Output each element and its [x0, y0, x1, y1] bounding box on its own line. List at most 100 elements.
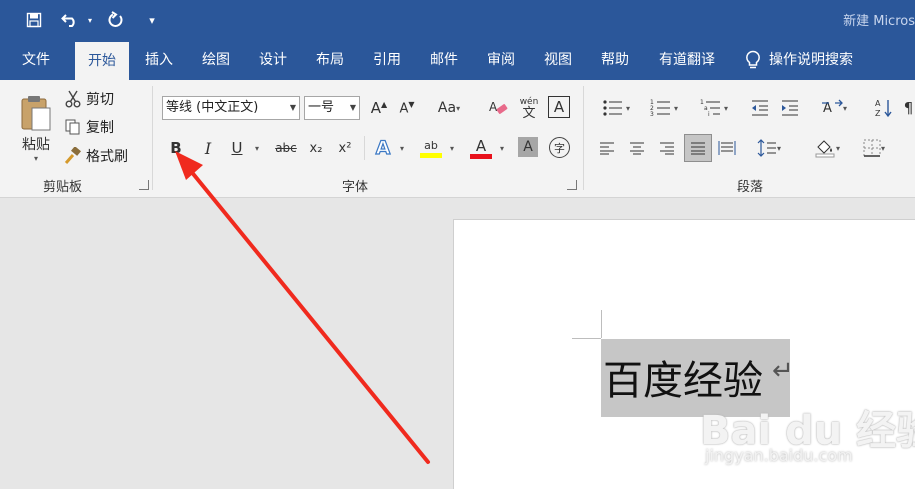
tab-help[interactable]: 帮助 [589, 40, 641, 80]
font-name-dropdown[interactable]: 等线 (中文正文) ▼ [162, 96, 300, 120]
text-effects-button[interactable]: A [372, 136, 394, 160]
increase-indent-button[interactable] [778, 96, 802, 120]
align-left-icon [599, 141, 615, 155]
bold-button[interactable]: B [164, 136, 188, 160]
margin-corner-mark [601, 310, 602, 338]
numbering-icon: 123 [650, 99, 674, 117]
svg-text:3: 3 [650, 111, 654, 117]
font-group-label: 字体 [342, 180, 369, 195]
highlight-color-bar [420, 152, 442, 158]
title-bar: ▾ ▾ 新建 Micros [0, 0, 915, 40]
paintbrush-icon [64, 147, 82, 165]
distributed-button[interactable] [716, 136, 738, 160]
character-border-button[interactable]: A [548, 96, 570, 118]
decrease-indent-button[interactable] [748, 96, 772, 120]
borders-button[interactable]: ▾ [856, 136, 892, 160]
bullets-icon [602, 99, 626, 117]
subscript-button[interactable]: x₂ [305, 136, 327, 160]
align-center-icon [629, 141, 645, 155]
tab-insert[interactable]: 插入 [133, 40, 185, 80]
divider [364, 136, 365, 160]
align-right-icon [659, 141, 675, 155]
bullets-button[interactable]: ▾ [595, 96, 637, 120]
chevron-down-icon: ▾ [456, 103, 461, 113]
strikethrough-button[interactable]: abc [272, 136, 300, 160]
svg-text:i: i [708, 111, 710, 117]
customize-toolbar-icon[interactable]: ▾ [144, 8, 160, 32]
align-right-button[interactable] [656, 136, 678, 160]
divider [152, 86, 153, 190]
line-spacing-button[interactable]: ▾ [752, 136, 786, 160]
copy-icon [64, 118, 82, 136]
show-marks-button[interactable]: ¶ [902, 96, 915, 120]
undo-dropdown-icon[interactable]: ▾ [84, 8, 96, 32]
shrink-font-button[interactable]: A▼ [396, 96, 418, 120]
highlight-button[interactable]: ab [418, 134, 444, 162]
tab-file[interactable]: 文件 [10, 40, 62, 80]
tab-review[interactable]: 审阅 [475, 40, 527, 80]
grow-font-icon: A▲ [370, 99, 388, 117]
baidu-watermark-url: jingyan.baidu.com [705, 446, 853, 465]
grow-font-button[interactable]: A▲ [368, 96, 390, 120]
numbering-button[interactable]: 123 ▾ [643, 96, 685, 120]
tab-design[interactable]: 设计 [247, 40, 299, 80]
justify-button[interactable] [684, 134, 712, 162]
tab-mailings[interactable]: 邮件 [418, 40, 470, 80]
copy-button[interactable]: 复制 [64, 116, 114, 138]
enclose-characters-button[interactable]: 字 [549, 137, 570, 158]
lightbulb-icon [745, 50, 761, 70]
chevron-down-icon: ▼ [289, 103, 296, 112]
shading-button[interactable]: ▾ [806, 136, 848, 160]
margin-corner-mark [572, 338, 601, 339]
cut-button[interactable]: 剪切 [64, 88, 114, 110]
eraser-icon: A [489, 99, 509, 117]
font-size-dropdown[interactable]: 一号 ▼ [304, 96, 360, 120]
align-center-button[interactable] [626, 136, 648, 160]
change-case-button[interactable]: Aa ▾ [432, 96, 466, 120]
italic-button[interactable]: I [196, 136, 220, 160]
multilevel-list-icon: 1ai [700, 99, 724, 117]
font-color-button[interactable]: A [468, 134, 494, 162]
paint-bucket-icon [814, 138, 836, 158]
tab-youdao[interactable]: 有道翻译 [648, 40, 726, 80]
character-shading-button[interactable]: A [518, 137, 538, 157]
tab-view[interactable]: 视图 [532, 40, 584, 80]
multilevel-list-button[interactable]: 1ai ▾ [693, 96, 735, 120]
text-effects-dropdown-icon[interactable]: ▾ [396, 136, 408, 160]
paste-button[interactable]: 粘贴 ▾ [12, 88, 60, 168]
clipboard-icon [19, 94, 53, 132]
svg-text:A: A [489, 100, 498, 114]
distributed-icon [718, 140, 736, 156]
format-painter-button[interactable]: 格式刷 [64, 145, 128, 167]
sort-button[interactable]: AZ [872, 96, 896, 120]
scissors-icon [64, 90, 82, 108]
tab-draw[interactable]: 绘图 [190, 40, 242, 80]
tab-layout[interactable]: 布局 [304, 40, 356, 80]
font-launcher-icon[interactable] [567, 180, 577, 190]
ribbon-tabs: 文件 开始 插入 绘图 设计 布局 引用 邮件 审阅 视图 帮助 有道翻译 操作… [0, 40, 915, 80]
tell-me-search[interactable]: 操作说明搜索 [745, 40, 881, 80]
line-spacing-icon [757, 139, 777, 157]
font-color-dropdown-icon[interactable]: ▾ [496, 136, 508, 160]
save-icon[interactable] [22, 8, 46, 32]
chinese-layout-button[interactable]: A ▾ [814, 96, 854, 120]
divider [583, 86, 584, 190]
sort-icon: AZ [874, 98, 894, 118]
highlight-dropdown-icon[interactable]: ▾ [446, 136, 458, 160]
clear-formatting-button[interactable]: A [486, 96, 512, 120]
redo-icon[interactable] [104, 8, 128, 32]
underline-button[interactable]: U [226, 136, 248, 160]
align-left-button[interactable] [596, 136, 618, 160]
increase-indent-icon [780, 99, 800, 117]
ribbon: 粘贴 ▾ 剪切 复制 格式刷 剪贴板 等线 (中文正文) ▼ 一号 ▼ A▲ A… [0, 80, 915, 198]
paste-dropdown-icon: ▾ [33, 153, 38, 163]
tab-references[interactable]: 引用 [361, 40, 413, 80]
undo-icon[interactable] [58, 8, 82, 32]
tab-home[interactable]: 开始 [75, 42, 129, 80]
superscript-button[interactable]: x² [334, 136, 356, 160]
underline-dropdown-icon[interactable]: ▾ [250, 136, 264, 160]
phonetic-guide-button[interactable]: wén 文 [516, 94, 542, 122]
decrease-indent-icon [750, 99, 770, 117]
clipboard-launcher-icon[interactable] [139, 180, 149, 190]
shrink-font-icon: A▼ [399, 99, 415, 117]
